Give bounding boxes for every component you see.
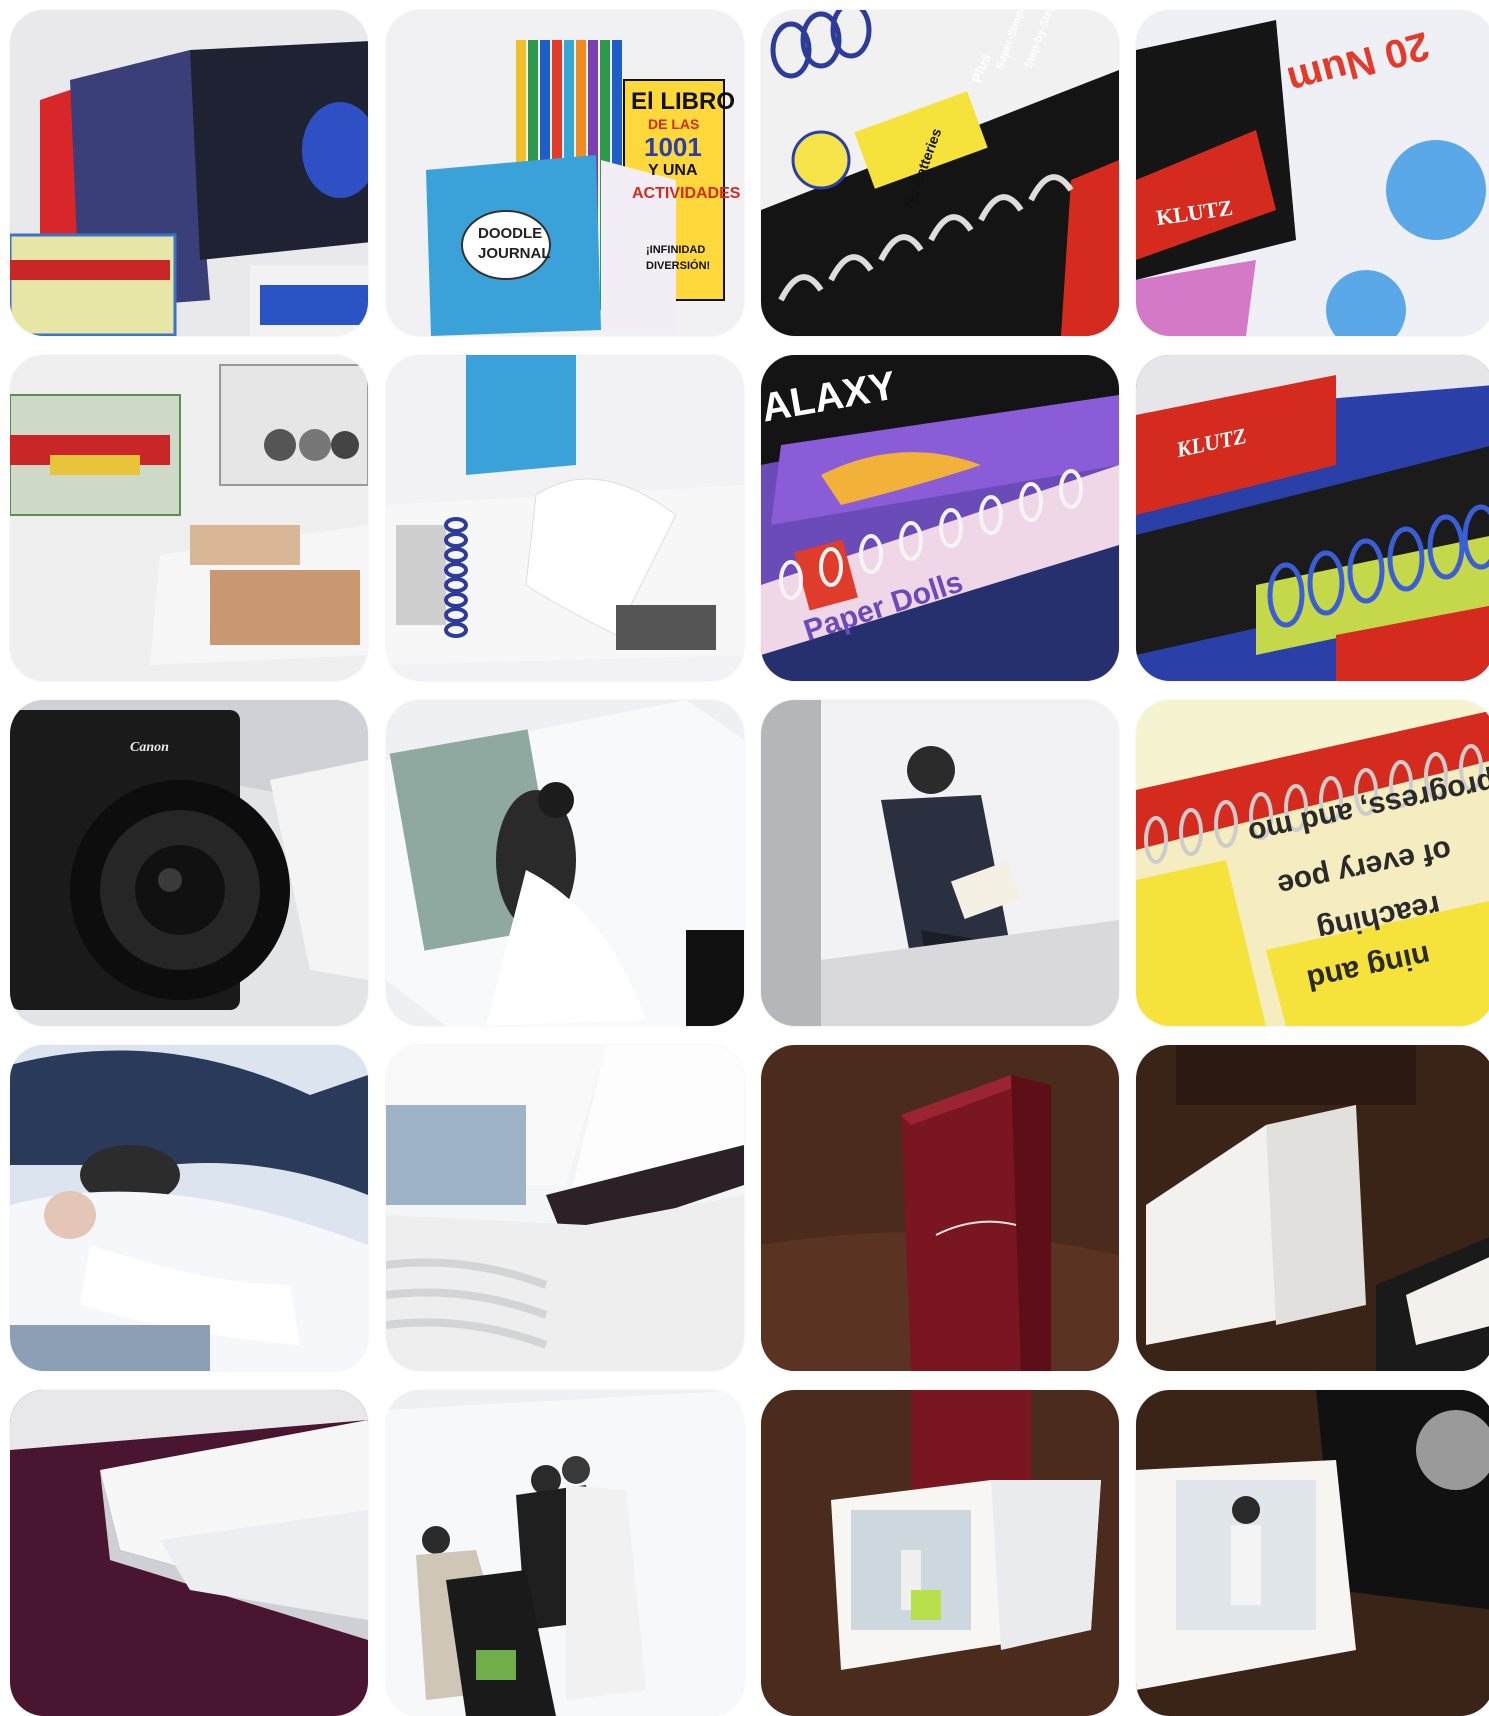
photo-tile-plum-album	[10, 1390, 368, 1716]
open-photobook-2-image	[1136, 1390, 1489, 1716]
spiral-album-white-image	[386, 355, 744, 681]
photo-tile-klutz-red: KLUTZ 20 Num	[1136, 10, 1489, 336]
photo-tile-spiral-book-black: No-Batteries Plus Super-Simple Step-by-S…	[761, 10, 1119, 336]
photo-tile-maroon-box	[761, 1045, 1119, 1371]
photo-tile-activity-books	[10, 10, 368, 336]
libro-number: 1001	[644, 132, 702, 162]
camera-image	[10, 700, 368, 1026]
doodle-title: DOODLE	[478, 225, 543, 242]
libro-title: El LIBRO	[631, 88, 736, 115]
wedding-album-3-image	[386, 1390, 744, 1716]
photo-tile-groom-portrait	[761, 700, 1119, 1026]
maroon-box-image	[761, 1045, 1119, 1371]
photo-tile-klutz-blue: KLUTZ	[1136, 355, 1489, 681]
photo-tile-open-albums	[10, 355, 368, 681]
photo-tile-paper-dolls: ALAXY Paper Dolls	[761, 355, 1119, 681]
libro-line-6: ¡INFINIDAD	[646, 244, 706, 256]
photo-tile-wedding-album-3	[386, 1390, 744, 1716]
white-book-image	[1136, 1045, 1489, 1371]
plum-album-image	[10, 1390, 368, 1716]
photo-tile-wedding-album-1	[386, 700, 744, 1026]
photo-tile-spiral-album-white	[386, 355, 744, 681]
photo-tile-open-hardcover	[386, 1045, 744, 1371]
libro-line-2: DE LAS	[648, 116, 700, 132]
klutz-blue-image	[1136, 355, 1489, 681]
photo-tile-white-book	[1136, 1045, 1489, 1371]
libro-line-4: Y UNA	[648, 162, 698, 179]
open-albums-image	[10, 355, 368, 681]
activity-books-image	[10, 10, 368, 336]
photo-tile-doodle-journal: El LIBRO DE LAS 1001 Y UNA ACTIVIDADES ¡…	[386, 10, 744, 336]
wedding-album-1-image	[386, 700, 744, 1026]
open-photobook-image	[761, 1390, 1119, 1716]
wedding-album-2-image	[10, 1045, 368, 1371]
journal-title: JOURNAL	[478, 245, 551, 262]
groom-portrait-image	[761, 700, 1119, 1026]
canon-logo: Canon	[130, 740, 169, 755]
libro-line-5: ACTIVIDADES	[632, 185, 741, 202]
photo-tile-wedding-album-2	[10, 1045, 368, 1371]
spiral-book-black-image	[761, 10, 1119, 336]
photo-tile-open-photobook-2	[1136, 1390, 1489, 1716]
libro-line-7: DIVERSIÓN!	[646, 260, 711, 272]
open-hardcover-image	[386, 1045, 744, 1371]
photo-tile-camera: Canon	[10, 700, 368, 1026]
photo-tile-spiral-red-yellow: progress, and mo of every poe reaching n…	[1136, 700, 1489, 1026]
photo-tile-open-photobook	[761, 1390, 1119, 1716]
